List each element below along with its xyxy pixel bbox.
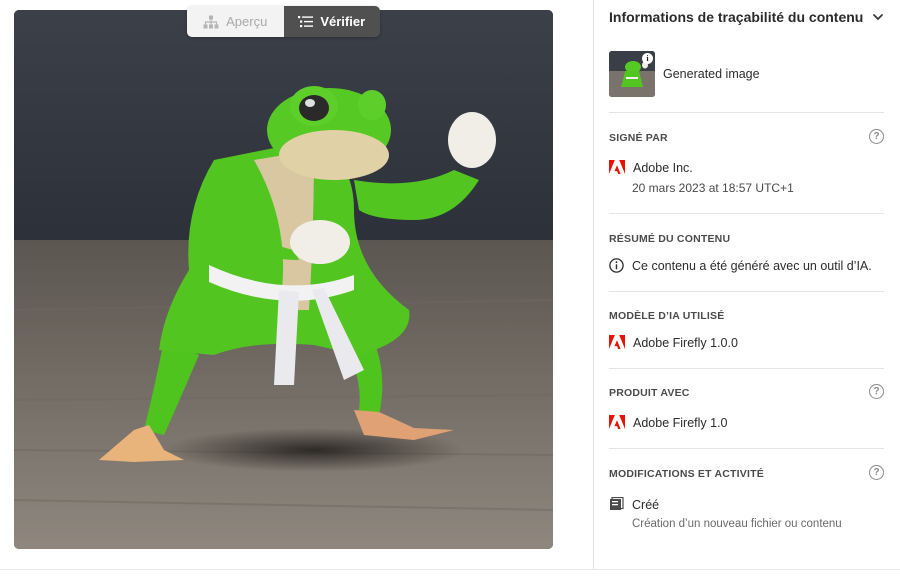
generated-image-row: i Generated image <box>609 51 760 97</box>
preview-tab[interactable]: Aperçu <box>187 6 284 37</box>
edit-action: Créé <box>632 497 660 512</box>
adobe-logo-icon <box>609 415 625 429</box>
content-summary-text: Ce contenu a été généré avec un outil d’… <box>632 258 872 273</box>
divider <box>609 213 884 214</box>
help-icon[interactable]: ? <box>869 465 884 480</box>
ai-model-label: MODÈLE D’IA UTILISÉ <box>609 310 725 322</box>
provenance-panel: Informations de traçabilité du contenu i… <box>594 0 900 570</box>
verify-tab-label: Vérifier <box>320 14 366 29</box>
panel-title: Informations de traçabilité du contenu <box>609 9 864 25</box>
edits-activity-entry: Créé <box>609 497 659 512</box>
divider <box>609 291 884 292</box>
signed-date: 20 mars 2023 at 18:57 UTC+1 <box>632 181 794 195</box>
bottom-border <box>0 569 900 570</box>
produced-with-entry: Adobe Firefly 1.0 <box>609 415 728 430</box>
content-summary-label: RÉSUMÉ DU CONTENU <box>609 233 731 245</box>
panel-header[interactable]: Informations de traçabilité du contenu <box>609 8 885 26</box>
issuer-name: Adobe Inc. <box>633 160 693 175</box>
frog-karate-illustration <box>14 10 553 549</box>
ai-model-value: Adobe Firefly 1.0.0 <box>633 335 738 350</box>
content-summary-entry: Ce contenu a été généré avec un outil d’… <box>609 258 872 273</box>
info-circle-icon <box>609 258 624 273</box>
produced-with-value: Adobe Firefly 1.0 <box>633 415 728 430</box>
view-toggle: Aperçu Vérifier <box>187 6 380 37</box>
thumbnail-info-icon: i <box>642 53 653 64</box>
hierarchy-icon <box>203 15 219 28</box>
divider <box>609 448 884 449</box>
chevron-down-icon[interactable] <box>871 10 885 24</box>
verify-tab[interactable]: Vérifier <box>283 6 380 37</box>
generated-image <box>14 10 553 549</box>
signed-by-label: SIGNÉ PAR <box>609 132 668 144</box>
list-icon <box>298 16 314 28</box>
divider <box>609 368 884 369</box>
file-created-icon <box>610 497 624 510</box>
help-icon[interactable]: ? <box>869 384 884 399</box>
generated-image-label: Generated image <box>663 67 760 81</box>
image-thumbnail[interactable]: i <box>609 51 655 97</box>
adobe-logo-icon <box>609 335 625 349</box>
edits-activity-label: MODIFICATIONS ET ACTIVITÉ <box>609 468 764 480</box>
edit-description: Création d’un nouveau fichier ou contenu <box>632 518 842 530</box>
canvas-area: Aperçu Vérifier <box>0 0 594 570</box>
divider <box>609 112 884 113</box>
preview-tab-label: Aperçu <box>226 14 268 29</box>
ai-model-entry: Adobe Firefly 1.0.0 <box>609 335 738 350</box>
help-icon[interactable]: ? <box>869 129 884 144</box>
adobe-logo-icon <box>609 160 625 174</box>
produced-with-label: PRODUIT AVEC <box>609 387 690 399</box>
signed-by-entry: Adobe Inc. <box>609 160 693 175</box>
